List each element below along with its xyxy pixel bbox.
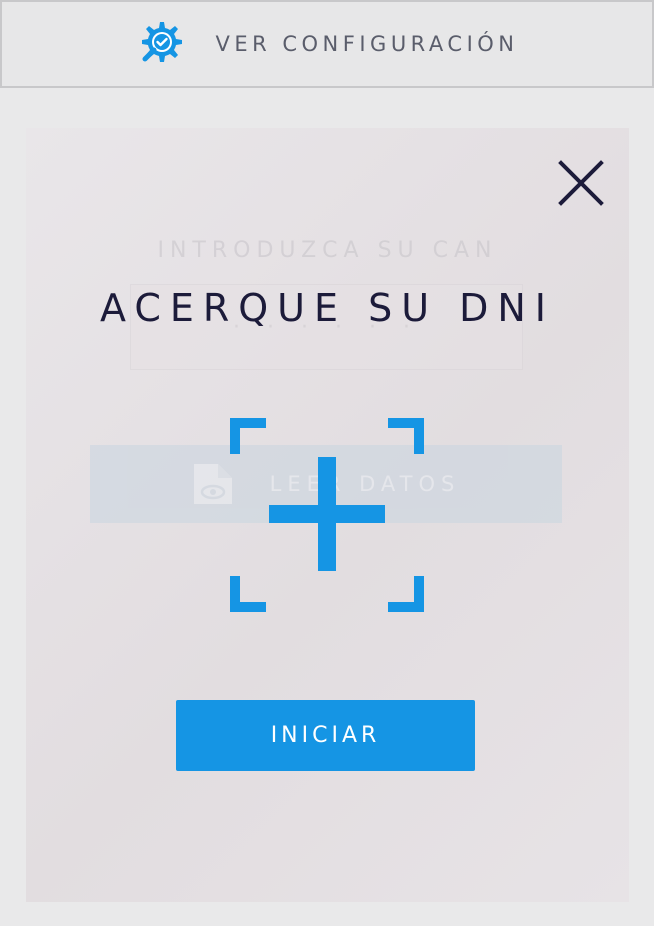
gear-check-search-icon [135,19,185,69]
config-title: VER CONFIGURACIÓN [215,32,519,56]
start-button[interactable]: INICIAR [176,700,475,771]
config-header-bar[interactable]: VER CONFIGURACIÓN [0,0,654,88]
scan-heading: ACERQUE SU DNI [100,286,555,330]
dni-scan-modal: INTRODUZCA SU CAN · · · · · · LEER DATOS… [26,128,629,902]
scan-frame-plus-icon [230,418,424,612]
can-prompt: INTRODUZCA SU CAN [157,238,498,263]
close-icon [558,160,604,206]
close-button[interactable] [556,158,606,208]
document-eye-icon [192,462,234,506]
